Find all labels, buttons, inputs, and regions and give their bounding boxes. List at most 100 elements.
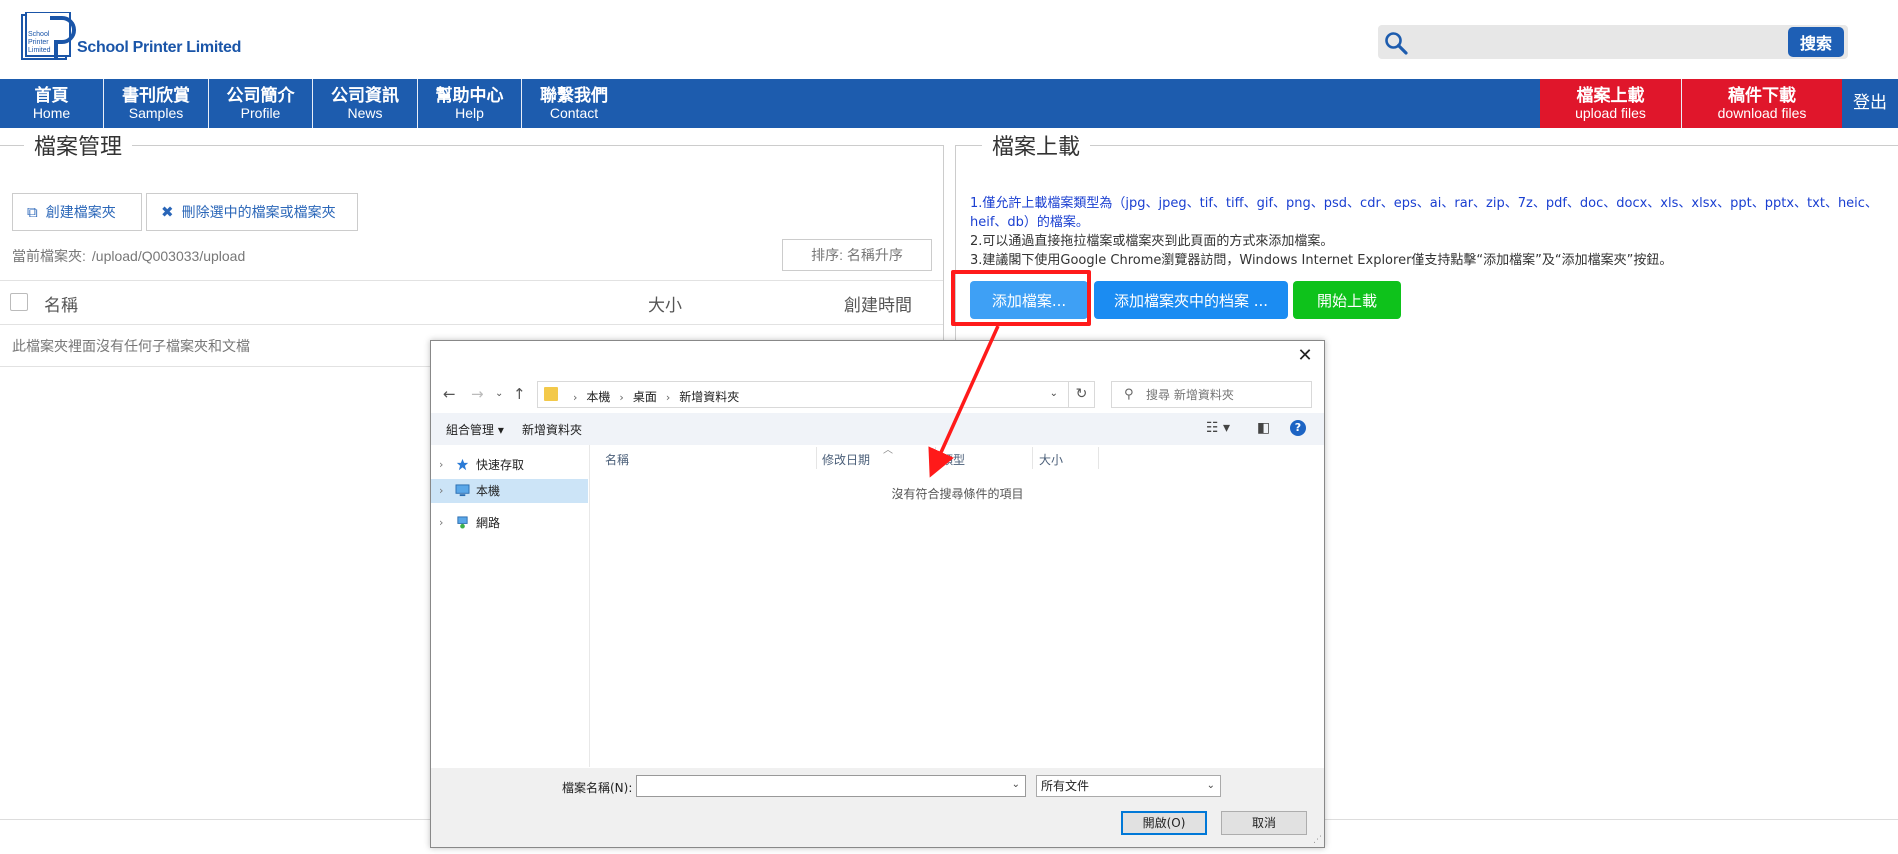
nav-item-label-zh: 檔案上載: [1576, 86, 1645, 106]
nav-item-help[interactable]: 幫助中心 Help: [418, 79, 522, 128]
chevron-right-icon[interactable]: ›: [439, 511, 443, 535]
nav-item-download-files[interactable]: 稿件下載 download files: [1682, 79, 1842, 128]
chevron-down-icon[interactable]: ⌄: [1050, 388, 1058, 399]
nav-item-label-zh: 稿件下載: [1728, 86, 1796, 106]
filename-label: 檔案名稱(N):: [562, 781, 633, 795]
organize-menu[interactable]: 組合管理 ▾: [446, 421, 504, 438]
breadcrumb-item[interactable]: 桌面: [633, 390, 657, 404]
upload-note-file-types: 1.僅允許上載檔案類型為（jpg、jpeg、tif、tiff、gif、png、p…: [970, 196, 1878, 230]
tree-item-network[interactable]: › 網路: [431, 511, 588, 535]
nav-item-samples[interactable]: 書刊欣賞 Samples: [104, 79, 209, 128]
network-icon: [457, 516, 468, 529]
resize-grip-icon[interactable]: ⋰: [1313, 835, 1322, 845]
upload-note-drag-drop: 2.可以通過直接拖拉檔案或檔案夾到此頁面的方式來添加檔案。: [970, 234, 1334, 249]
delete-selected-button[interactable]: ✖ 刪除選中的檔案或檔案夾: [146, 193, 358, 231]
open-button[interactable]: 開啟(O): [1121, 811, 1207, 835]
file-manager-title: 檔案管理: [24, 129, 133, 161]
tree-item-this-pc[interactable]: › 本機: [431, 479, 588, 503]
dialog-column-size[interactable]: 大小: [1039, 451, 1063, 468]
column-created[interactable]: 創建時間: [844, 291, 912, 316]
upload-title: 檔案上載: [982, 129, 1091, 161]
nav-item-label-en: Help: [455, 105, 484, 121]
logo-mark-icon: School Printer Limited: [21, 12, 76, 60]
refresh-icon[interactable]: ↻: [1068, 381, 1095, 408]
dialog-close-button[interactable]: ✕: [1294, 345, 1316, 367]
main-nav: 首頁 Home 書刊欣賞 Samples 公司簡介 Profile 公司資訊 N…: [0, 79, 1898, 128]
nav-item-label-en: Samples: [128, 105, 184, 121]
chevron-down-icon[interactable]: ⌄: [1207, 776, 1215, 796]
view-options-icon[interactable]: ☷ ▾: [1206, 420, 1230, 436]
site-header: School Printer Limited School Printer Li…: [0, 0, 1898, 79]
breadcrumb-item[interactable]: 本機: [586, 390, 610, 404]
search-input[interactable]: [1416, 29, 1746, 57]
nav-item-label-zh: 公司資訊: [331, 86, 399, 106]
nav-item-profile[interactable]: 公司簡介 Profile: [209, 79, 313, 128]
current-folder: 當前檔案夾: /upload/Q003033/upload: [12, 246, 245, 266]
select-all-checkbox[interactable]: [10, 293, 28, 311]
search-button[interactable]: 搜索: [1788, 27, 1844, 57]
logout-link[interactable]: 登出: [1842, 79, 1898, 128]
address-bar[interactable]: › 本機 › 桌面 › 新增資料夾 ⌄: [537, 381, 1069, 408]
filetype-select[interactable]: 所有文件 ⌄: [1036, 775, 1221, 797]
folder-add-icon: ⧉: [27, 203, 38, 221]
column-divider[interactable]: [1098, 447, 1099, 469]
nav-item-label-en: upload files: [1575, 105, 1646, 121]
dialog-address-row: ← → ⌄ ↑ › 本機 › 桌面 › 新增資料夾 ⌄ ↻ ⚲: [431, 377, 1324, 411]
sort-button[interactable]: 排序: 名稱升序: [782, 239, 932, 271]
nav-item-news[interactable]: 公司資訊 News: [313, 79, 418, 128]
upload-note-browser: 3.建議閣下使用Google Chrome瀏覽器訪問，Windows Inter…: [970, 253, 1673, 268]
add-folder-files-button[interactable]: 添加檔案夾中的档案 ...: [1094, 281, 1288, 319]
nav-item-label-en: download files: [1717, 105, 1807, 121]
dialog-column-type[interactable]: 類型: [941, 451, 965, 468]
breadcrumb: › 本機 › 桌面 › 新增資料夾: [573, 390, 740, 404]
logo-text-line: School: [28, 31, 50, 38]
current-folder-label: 當前檔案夾:: [12, 248, 86, 264]
start-upload-button[interactable]: 開始上載: [1293, 281, 1401, 319]
nav-item-contact[interactable]: 聯繫我們 Contact: [522, 79, 626, 128]
brand-name: School Printer Limited: [77, 39, 242, 56]
delete-selected-label: 刪除選中的檔案或檔案夾: [181, 205, 336, 221]
column-name[interactable]: 名稱: [44, 291, 78, 316]
chevron-down-icon[interactable]: ⌄: [1012, 779, 1020, 790]
forward-arrow-icon[interactable]: →: [471, 385, 484, 403]
tree-item-label: 快速存取: [476, 458, 525, 472]
chevron-right-icon[interactable]: ›: [439, 453, 443, 477]
file-open-dialog: ✕ ← → ⌄ ↑ ›本機›桌面›新增資料夾 ⌄ ↻ ⚲ 組合管理 ▾ 新增資料…: [430, 340, 1325, 848]
up-arrow-icon[interactable]: ↑: [513, 385, 526, 403]
nav-item-label-zh: 幫助中心: [435, 86, 504, 106]
filename-input[interactable]: ⌄: [636, 775, 1026, 797]
dialog-column-modified[interactable]: 修改日期: [822, 451, 870, 468]
nav-item-label-en: Profile: [240, 105, 281, 121]
column-divider[interactable]: [935, 447, 936, 469]
new-folder-button[interactable]: 新增資料夾: [522, 421, 582, 438]
breadcrumb-item[interactable]: 新增資料夾: [679, 390, 739, 404]
site-logo[interactable]: School Printer Limited School Printer Li…: [20, 12, 242, 64]
back-arrow-icon[interactable]: ←: [443, 385, 456, 403]
upload-notes: 1.僅允許上載檔案類型為（jpg、jpeg、tif、tiff、gif、png、p…: [970, 194, 1885, 270]
dialog-search-input[interactable]: [1144, 385, 1308, 405]
logo-text-line: Printer: [28, 39, 49, 46]
column-divider[interactable]: [816, 447, 817, 469]
dialog-toolbar: 組合管理 ▾ 新增資料夾 ☷ ▾ ◧ ?: [431, 413, 1324, 445]
folder-icon: [544, 387, 558, 401]
column-size[interactable]: 大小: [648, 291, 682, 316]
nav-item-upload-files[interactable]: 檔案上載 upload files: [1540, 79, 1682, 128]
column-divider[interactable]: [1032, 447, 1033, 469]
recent-locations-icon[interactable]: ⌄: [495, 388, 503, 399]
dialog-column-name[interactable]: 名稱: [605, 451, 629, 468]
chevron-right-icon[interactable]: ›: [439, 479, 443, 503]
tree-item-label: 本機: [476, 484, 501, 498]
nav-item-home[interactable]: 首頁 Home: [0, 79, 104, 128]
cancel-button[interactable]: 取消: [1221, 811, 1307, 835]
create-folder-button[interactable]: ⧉ 創建檔案夾: [12, 193, 142, 231]
upload-panel: 檔案上載 1.僅允許上載檔案類型為（jpg、jpeg、tif、tiff、gif、…: [955, 129, 1898, 366]
sort-ascending-icon: ︿: [883, 445, 893, 456]
help-icon[interactable]: ?: [1290, 420, 1306, 436]
current-folder-path: /upload/Q003033/upload: [91, 248, 246, 264]
tree-item-quick-access[interactable]: › 快速存取: [431, 453, 588, 477]
nav-item-label-en: Home: [32, 105, 71, 121]
create-folder-label: 創建檔案夾: [45, 205, 116, 221]
preview-pane-icon[interactable]: ◧: [1257, 420, 1270, 436]
file-list-header: ︿ 名稱 修改日期 類型 大小: [591, 445, 1324, 469]
dialog-footer: 檔案名稱(N): ⌄ 所有文件 ⌄ 開啟(O) 取消 ⋰: [431, 768, 1324, 847]
